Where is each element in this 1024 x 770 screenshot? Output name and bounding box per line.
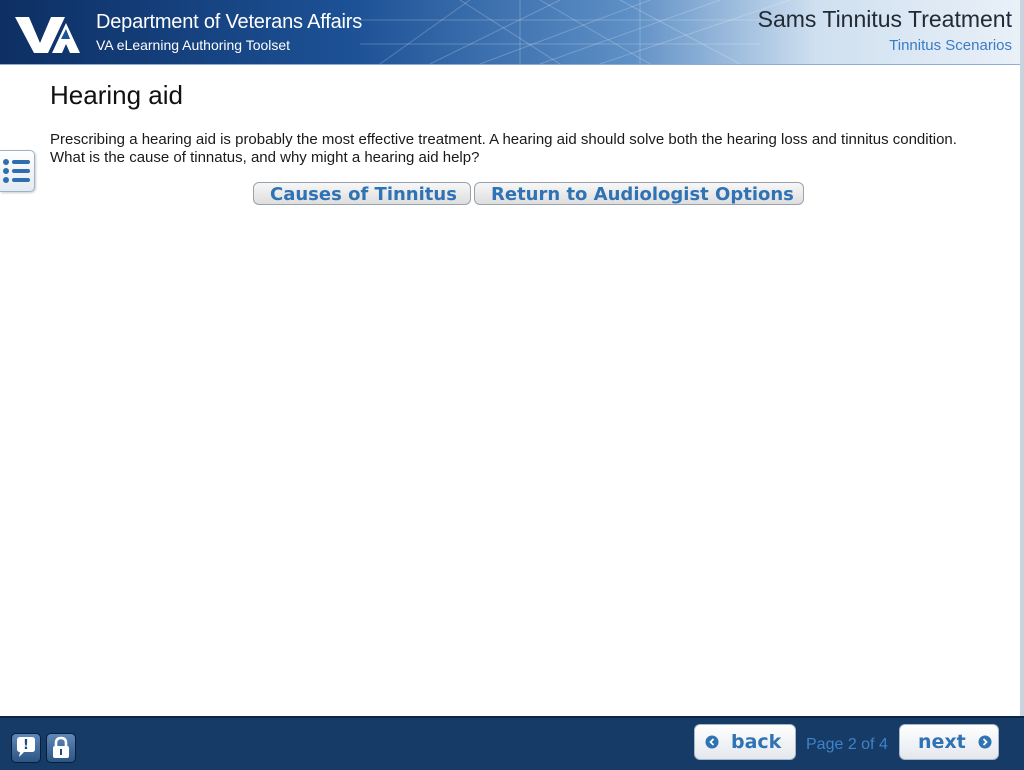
lock-button[interactable] bbox=[46, 733, 76, 763]
return-to-audiologist-options-button[interactable]: Return to Audiologist Options bbox=[474, 182, 804, 205]
app-footer: ! back Page 2 of 4 next bbox=[0, 716, 1024, 770]
app-header: Department of Veterans Affairs VA eLearn… bbox=[0, 0, 1020, 65]
org-title: Department of Veterans Affairs bbox=[96, 11, 363, 33]
course-title: Sams Tinnitus Treatment bbox=[757, 6, 1012, 32]
back-label: back bbox=[731, 731, 782, 753]
toolset-title: VA eLearning Authoring Toolset bbox=[96, 37, 291, 53]
lock-icon bbox=[53, 736, 69, 758]
causes-of-tinnitus-button[interactable]: Causes of Tinnitus bbox=[253, 182, 471, 205]
back-button[interactable]: back bbox=[694, 724, 796, 760]
va-logo-icon bbox=[15, 17, 80, 53]
course-subtitle: Tinnitus Scenarios bbox=[889, 37, 1012, 54]
next-label: next bbox=[918, 731, 966, 753]
help-button[interactable]: ! bbox=[11, 733, 41, 763]
scenario-buttons: Causes of Tinnitus Return to Audiologist… bbox=[253, 182, 804, 205]
body-text: Prescribing a hearing aid is probably th… bbox=[50, 131, 957, 166]
svg-text:!: ! bbox=[23, 738, 29, 753]
help-icon: ! bbox=[17, 737, 35, 757]
list-menu-icon bbox=[3, 159, 30, 183]
page-title: Hearing aid bbox=[50, 80, 183, 110]
next-button[interactable]: next bbox=[899, 724, 999, 760]
page-indicator: Page 2 of 4 bbox=[806, 736, 888, 753]
right-edge-rail bbox=[1020, 0, 1024, 716]
chevron-right-circle-icon bbox=[978, 735, 992, 749]
menu-toggle-button[interactable] bbox=[0, 150, 35, 192]
chevron-left-circle-icon bbox=[705, 735, 719, 749]
